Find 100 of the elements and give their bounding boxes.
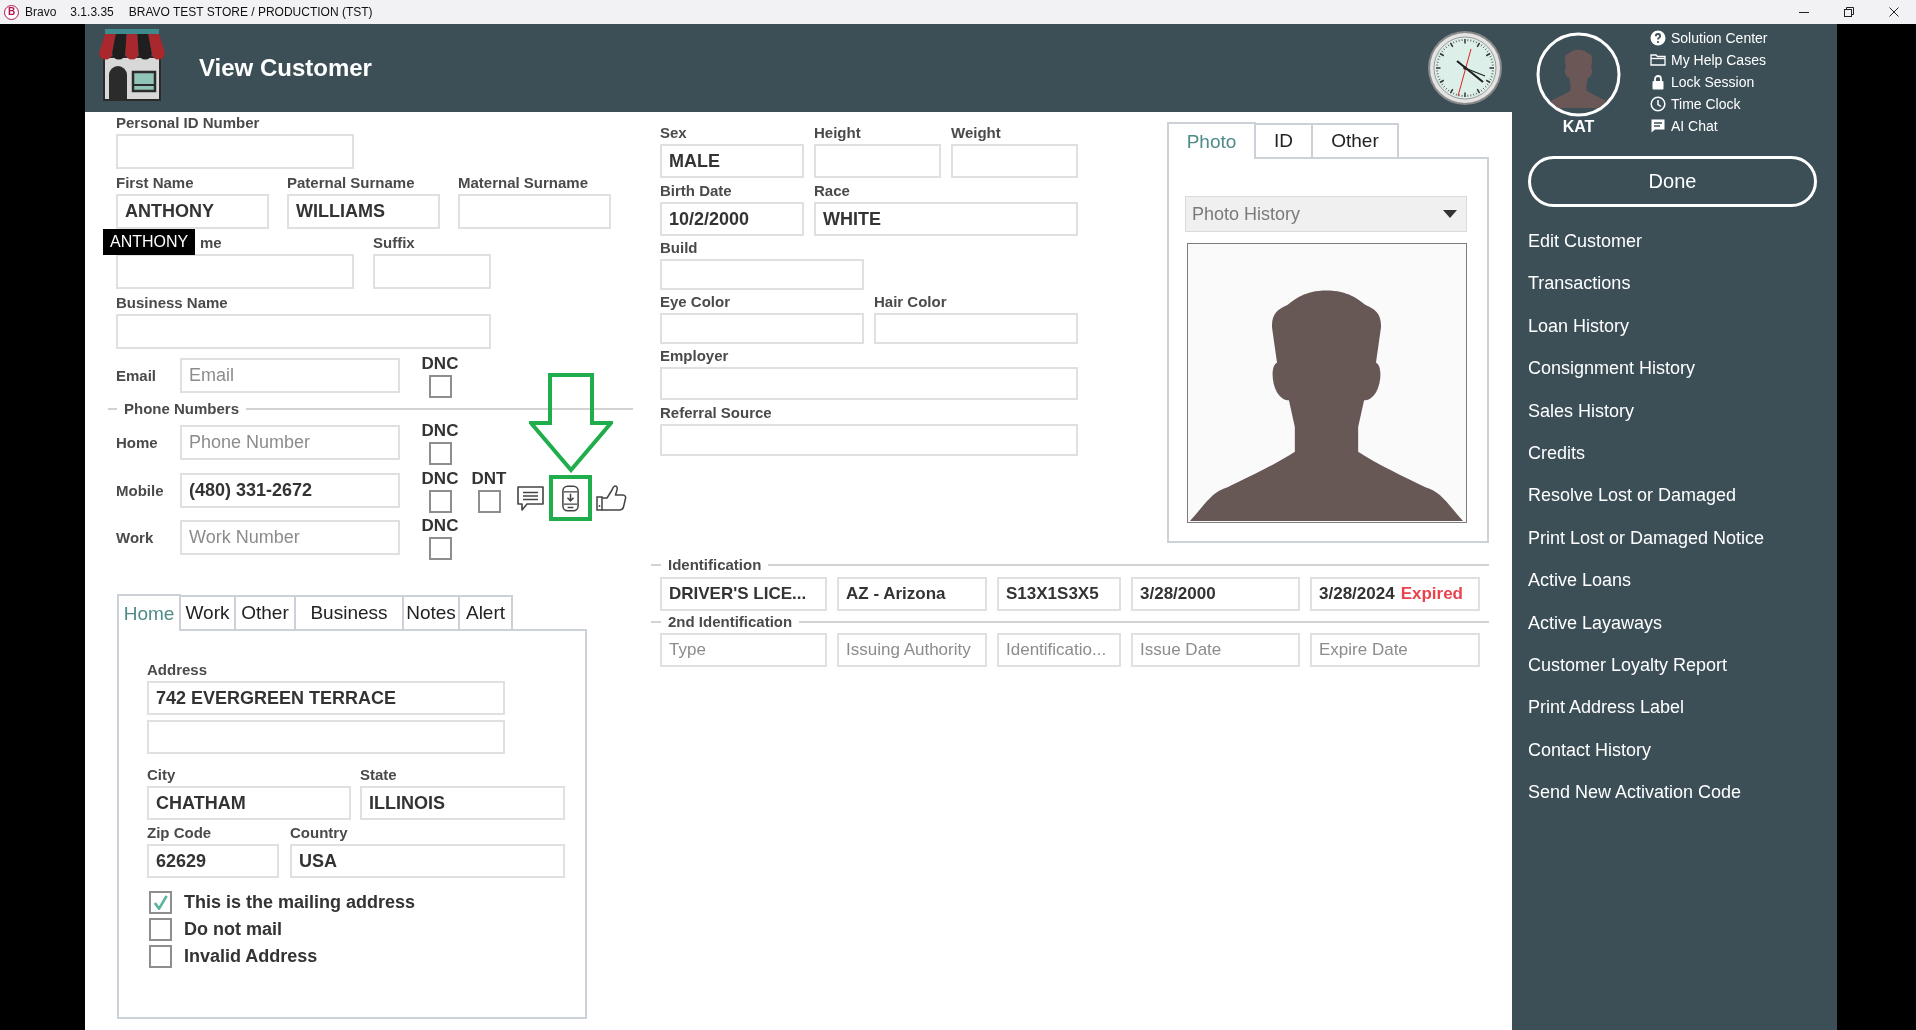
menu-item[interactable]: Edit Customer (1528, 220, 1643, 263)
user-name: KAT (1562, 117, 1595, 137)
caret-icon (1443, 210, 1457, 218)
status-text: Expired (1400, 584, 1463, 604)
input-field[interactable]: 3/28/2000 (1131, 577, 1300, 611)
input-field[interactable]: AZ - Arizona (837, 577, 987, 611)
input-field[interactable]: WILLIAMS (287, 194, 440, 229)
menu-item[interactable]: Active Loans (1528, 559, 1632, 602)
section-title: 2nd Identification (668, 614, 793, 630)
field-label: Hair Color (874, 294, 947, 310)
checkbox[interactable] (428, 375, 452, 398)
field-label: Build (660, 240, 698, 256)
help-link[interactable]: Lock Session (1650, 71, 1755, 93)
tab[interactable]: Other (1311, 123, 1399, 157)
input-field[interactable] (660, 367, 1078, 400)
input-field[interactable]: WHITE (814, 202, 1078, 236)
input-field[interactable] (373, 254, 491, 289)
input-field[interactable]: 10/2/2000 (660, 202, 804, 236)
help-link[interactable]: Time Clock (1650, 93, 1741, 115)
input-field[interactable] (660, 424, 1078, 456)
input-field[interactable]: 62629 (147, 844, 279, 878)
checkmark-icon (152, 894, 169, 911)
clock-icon (1427, 30, 1503, 106)
input-field[interactable] (116, 314, 491, 349)
field-label: Race (814, 183, 850, 199)
menu-item[interactable]: Transactions (1528, 262, 1631, 305)
input-field[interactable]: ANTHONY (116, 194, 269, 229)
field-label: Paternal Surname (287, 175, 415, 191)
help-link[interactable]: My Help Cases (1650, 49, 1766, 71)
field-label: Work (116, 529, 154, 546)
checkbox-label: This is the mailing address (184, 892, 416, 913)
input-field[interactable]: S13X1S3X5 (997, 577, 1121, 611)
menu-item[interactable]: Customer Loyalty Report (1528, 644, 1728, 687)
menu-item[interactable]: Send New Activation Code (1528, 771, 1742, 814)
input-field[interactable] (116, 134, 354, 169)
field-label: Business Name (116, 295, 228, 311)
photo-history-dropdown[interactable]: Photo History (1185, 196, 1467, 232)
checkbox-label: Invalid Address (184, 946, 318, 967)
message-icon[interactable] (516, 484, 545, 512)
field-label: Eye Color (660, 294, 731, 310)
field-label: Zip Code (147, 825, 212, 841)
checkbox[interactable] (149, 891, 172, 914)
help-link[interactable]: Solution Center (1650, 27, 1768, 49)
field-label: me (200, 235, 222, 251)
menu-item[interactable]: Active Layaways (1528, 601, 1663, 645)
input-field[interactable] (814, 144, 941, 178)
clock-icon (1650, 96, 1666, 112)
checkbox[interactable] (477, 490, 501, 513)
checkbox[interactable] (428, 442, 452, 465)
input-field[interactable]: (480) 331-2672 (180, 473, 400, 508)
field-label: Mobile (116, 482, 164, 499)
app-version: 3.1.3.35 (70, 4, 114, 20)
input-field[interactable]: 742 EVERGREEN TERRACE (147, 681, 505, 715)
input-field[interactable] (951, 144, 1078, 178)
done-button[interactable]: Done (1528, 156, 1817, 207)
checkbox-label: DNC (421, 470, 459, 488)
page-title: View Customer (199, 54, 372, 82)
checkbox[interactable] (428, 537, 452, 560)
menu-item[interactable]: Loan History (1528, 304, 1630, 348)
app-logo: B (4, 4, 19, 20)
menu-item[interactable]: Contact History (1528, 728, 1652, 772)
field-label: State (360, 767, 397, 783)
checkbox[interactable] (428, 490, 452, 513)
menu-item[interactable]: Consignment History (1528, 347, 1696, 390)
menu-item[interactable]: Print Address Label (1528, 686, 1685, 729)
field-label: Height (814, 125, 861, 141)
input-field[interactable] (147, 720, 505, 754)
close-icon[interactable] (1888, 7, 1899, 17)
input-field[interactable]: Phone Number (180, 425, 400, 460)
checkbox[interactable] (149, 918, 172, 941)
phone-download-icon[interactable] (561, 483, 580, 513)
menu-item[interactable]: Print Lost or Damaged Notice (1528, 516, 1765, 560)
input-field[interactable] (116, 254, 354, 289)
restore-icon[interactable] (1843, 7, 1854, 17)
input-field[interactable]: DRIVER'S LICE... (660, 577, 827, 611)
user-avatar-icon[interactable] (1536, 32, 1621, 117)
checkbox-label: DNC (421, 422, 459, 440)
menu-item[interactable]: Resolve Lost or Damaged (1528, 474, 1737, 517)
checkbox-label: DNC (421, 355, 459, 373)
input-field[interactable]: 3/28/2024 Expired (1310, 577, 1480, 611)
tab[interactable]: Photo (1167, 122, 1256, 159)
tab[interactable]: Home (117, 594, 181, 631)
help-link[interactable]: AI Chat (1650, 115, 1718, 137)
input-field[interactable] (660, 313, 864, 344)
input-field[interactable]: ILLINOIS (360, 786, 565, 820)
field-label: Address (147, 662, 208, 678)
input-field[interactable]: MALE (660, 144, 804, 178)
input-field[interactable] (458, 194, 611, 229)
input-field[interactable] (874, 313, 1078, 344)
input-field[interactable]: CHATHAM (147, 786, 351, 820)
checkbox[interactable] (149, 945, 172, 968)
menu-item[interactable]: Credits (1528, 432, 1585, 475)
field-label: Email (116, 367, 157, 384)
menu-item[interactable]: Sales History (1528, 389, 1635, 433)
thumbs-up-icon[interactable] (596, 484, 627, 512)
input-field[interactable] (660, 259, 864, 290)
folder-icon (1650, 52, 1666, 68)
tab[interactable]: Alert (458, 595, 513, 629)
field-label: First Name (116, 175, 194, 191)
input-field[interactable]: USA (290, 844, 565, 878)
